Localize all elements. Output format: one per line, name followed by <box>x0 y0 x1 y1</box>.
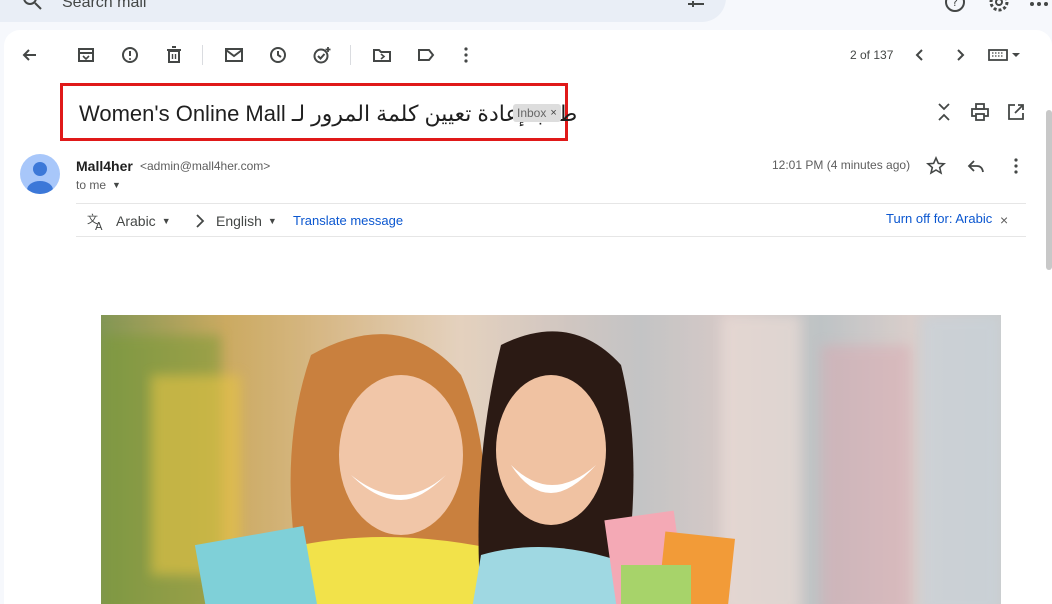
newer-button[interactable] <box>910 45 930 65</box>
pagination-count: 2 of 137 <box>850 48 894 62</box>
label-icon <box>418 49 435 61</box>
add-task-icon <box>313 47 331 64</box>
more-vert-icon[interactable] <box>1006 156 1026 176</box>
target-language-select[interactable]: English ▼ <box>216 213 277 229</box>
recipient-text: to me <box>76 178 107 192</box>
settings-gear-icon[interactable] <box>988 0 1010 12</box>
star-icon[interactable] <box>926 156 946 176</box>
apps-grid-icon[interactable] <box>1028 0 1050 12</box>
help-icon[interactable]: ? <box>944 0 966 12</box>
svg-text:A: A <box>95 220 103 231</box>
filter-options-icon[interactable] <box>684 0 708 12</box>
chevron-right-icon <box>957 49 965 61</box>
svg-text:?: ? <box>952 0 958 9</box>
translate-bar: 文A Arabic ▼ English ▼ Translate message … <box>76 203 1026 237</box>
chevron-right-icon <box>196 214 205 228</box>
inbox-label-text: Inbox <box>517 106 547 120</box>
more-vert-icon <box>464 47 468 63</box>
archive-icon <box>78 48 94 62</box>
move-folder-icon <box>373 49 391 62</box>
clock-icon <box>270 47 286 63</box>
sender-name[interactable]: Mall4her <box>76 158 133 174</box>
chevron-left-icon <box>915 49 923 61</box>
search-input[interactable]: Search mail <box>62 0 146 12</box>
email-hero-image <box>101 315 1001 604</box>
reply-icon[interactable] <box>966 156 986 176</box>
labels-button[interactable] <box>416 45 436 65</box>
back-button[interactable] <box>20 45 40 65</box>
person-icon <box>27 162 53 194</box>
toolbar-divider <box>202 45 203 65</box>
avatar[interactable] <box>20 154 60 194</box>
mail-icon <box>225 48 243 62</box>
caret-down-icon[interactable]: ▼ <box>112 180 121 190</box>
email-toolbar: 2 of 137 <box>4 30 1052 80</box>
mark-unread-button[interactable] <box>224 45 244 65</box>
more-options-button[interactable] <box>456 45 476 65</box>
open-new-window-icon[interactable] <box>1006 102 1026 122</box>
email-subject: Women's Online Mall طلب إعادة تعيين كلمة… <box>79 101 578 126</box>
source-language: Arabic <box>116 213 156 229</box>
expand-collapse-icon[interactable] <box>934 102 954 122</box>
translate-message-link[interactable]: Translate message <box>293 213 403 228</box>
older-button[interactable] <box>950 45 970 65</box>
shopping-women-photo <box>101 315 1001 604</box>
toolbar-divider <box>350 45 351 65</box>
top-bar: Search mail ? <box>0 0 1052 30</box>
sender-email: <admin@mall4her.com> <box>140 159 271 173</box>
trash-icon <box>167 46 181 63</box>
keyboard-icon <box>988 49 1020 61</box>
turn-off-translation-link[interactable]: Turn off for: Arabic <box>886 211 992 226</box>
subject-row: Women's Online Mall طلب إعادة تعيين كلمة… <box>4 82 1052 142</box>
arrow-back-icon <box>22 49 36 61</box>
recipient-details[interactable]: to me ▼ <box>76 178 121 192</box>
report-spam-icon <box>122 47 138 63</box>
sender-header: Mall4her <admin@mall4her.com> to me ▼ 12… <box>4 150 1052 206</box>
inbox-label-chip[interactable]: Inbox × <box>513 104 561 122</box>
remove-label-icon[interactable]: × <box>550 104 556 122</box>
source-language-select[interactable]: Arabic ▼ <box>116 213 171 229</box>
add-to-tasks-button[interactable] <box>312 45 332 65</box>
report-spam-button[interactable] <box>120 45 140 65</box>
archive-button[interactable] <box>76 45 96 65</box>
caret-down-icon: ▼ <box>267 216 277 226</box>
close-translate-bar-icon[interactable]: × <box>1000 212 1008 228</box>
snooze-button[interactable] <box>268 45 288 65</box>
search-icon[interactable] <box>20 0 44 12</box>
input-tools-button[interactable] <box>988 45 1024 65</box>
subject-highlight-box: Women's Online Mall طلب إعادة تعيين كلمة… <box>60 83 577 141</box>
target-language: English <box>216 213 262 229</box>
search-bar[interactable]: Search mail <box>0 0 726 22</box>
top-right-icons: ? <box>932 0 1052 12</box>
caret-down-icon: ▼ <box>161 216 171 226</box>
scrollbar[interactable] <box>1046 110 1052 270</box>
email-timestamp: 12:01 PM (4 minutes ago) <box>772 158 911 172</box>
email-view: 2 of 137 Women's Online Mall طلب إعادة ت… <box>4 30 1052 604</box>
print-icon[interactable] <box>970 102 990 122</box>
move-to-button[interactable] <box>372 45 392 65</box>
delete-button[interactable] <box>164 45 184 65</box>
translate-icon: 文A <box>87 212 103 231</box>
